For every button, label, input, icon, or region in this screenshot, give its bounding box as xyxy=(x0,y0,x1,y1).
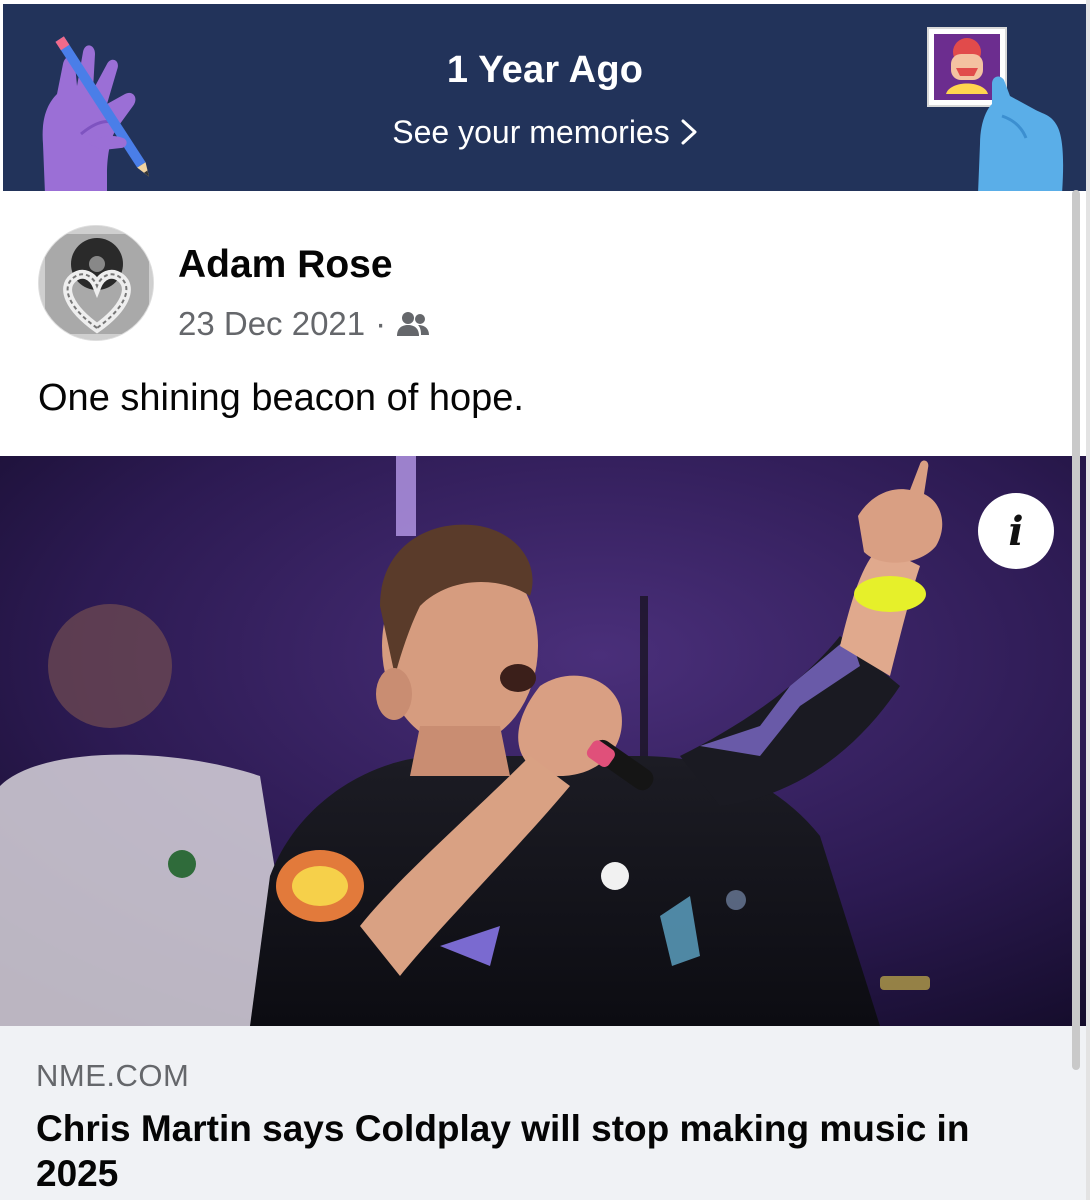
meta-separator: · xyxy=(375,305,387,342)
window-edge xyxy=(1086,0,1090,1200)
author-name[interactable]: Adam Rose xyxy=(178,243,393,287)
hand-holding-photo-illustration xyxy=(927,27,1064,191)
link-preview-image[interactable] xyxy=(0,456,1090,1026)
facebook-memory-post: 1 Year Ago See your memories Adam Rose 2… xyxy=(0,0,1090,1200)
post-header: Adam Rose 23 Dec 2021 · One shining beac… xyxy=(0,191,1090,456)
avatar-image xyxy=(39,226,153,340)
post-text: One shining beacon of hope. xyxy=(38,377,524,419)
info-icon[interactable]: i xyxy=(978,493,1054,569)
concert-photo xyxy=(0,456,1090,1026)
link-preview-details[interactable]: NME.COM Chris Martin says Coldplay will … xyxy=(0,1026,1090,1200)
chevron-right-icon xyxy=(681,119,697,145)
post-date[interactable]: 23 Dec 2021 xyxy=(178,305,365,343)
scrollbar[interactable] xyxy=(1072,190,1080,1070)
memories-banner[interactable]: 1 Year Ago See your memories xyxy=(3,4,1087,191)
see-memories-label: See your memories xyxy=(392,114,670,150)
link-domain: NME.COM xyxy=(36,1058,190,1093)
post-meta: 23 Dec 2021 · xyxy=(178,305,430,343)
avatar[interactable] xyxy=(38,225,154,341)
link-title: Chris Martin says Coldplay will stop mak… xyxy=(36,1108,970,1194)
friends-icon[interactable] xyxy=(396,310,430,338)
